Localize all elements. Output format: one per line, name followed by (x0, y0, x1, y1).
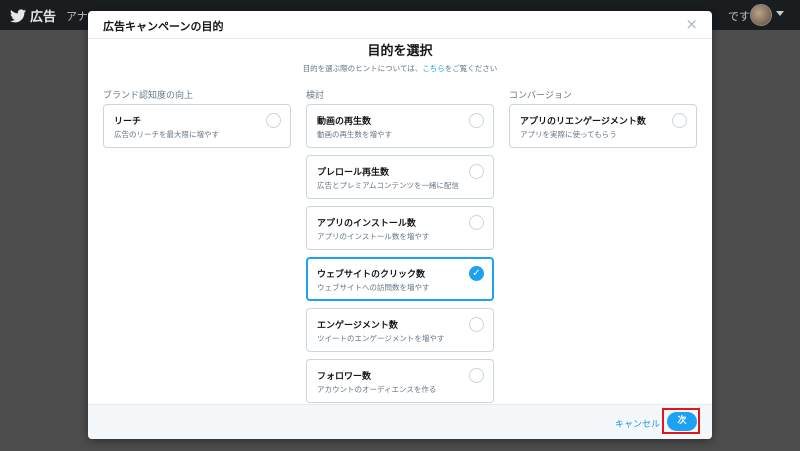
brand-label: 広告 (30, 10, 57, 25)
objective-desc: ツイートのエンゲージメントを増やす (317, 334, 445, 343)
objective-card-engagements[interactable]: エンゲージメント数 ツイートのエンゲージメントを増やす (306, 308, 494, 352)
objective-card-followers[interactable]: フォロワー数 アカウントのオーディエンスを作る (306, 359, 494, 403)
objective-desc: ウェブサイトへの訪問数を増やす (317, 283, 430, 292)
account-label-partial[interactable]: です (728, 8, 750, 24)
objective-desc: 動画の再生数を増やす (317, 130, 392, 139)
column-title: コンバージョン (509, 91, 572, 101)
column-consideration: 検討 動画の再生数 動画の再生数を増やす プレロール再生数 広告とプレミアムコン… (306, 88, 494, 410)
objective-card-preroll-views[interactable]: プレロール再生数 広告とプレミアムコンテンツを一緒に配信 (306, 155, 494, 199)
close-icon[interactable]: × (685, 15, 698, 33)
modal-footer: キャンセル 次 (88, 404, 712, 439)
objective-card-website-clicks[interactable]: ウェブサイトのクリック数 ウェブサイトへの訪問数を増やす ✓ (306, 257, 494, 301)
hint-after: をご覧ください (444, 64, 498, 73)
objective-desc: アカウントのオーディエンスを作る (317, 385, 437, 394)
checkmark-icon[interactable]: ✓ (469, 266, 484, 281)
page-title: 目的を選択 (367, 44, 433, 59)
cancel-button[interactable]: キャンセル (615, 417, 660, 430)
radio-button[interactable] (469, 317, 484, 332)
modal-title: 広告キャンペーンの目的 (103, 20, 224, 33)
radio-button[interactable] (469, 164, 484, 179)
objective-title: 動画の再生数 (317, 117, 372, 127)
campaign-objective-modal: 広告キャンペーンの目的 × 目的を選択 目的を選ぶ際のヒントについては、こちらを… (88, 11, 712, 439)
radio-button[interactable] (469, 368, 484, 383)
hint-text: 目的を選ぶ際のヒントについては、こちらをご覧ください (88, 63, 712, 74)
objective-desc: 広告とプレミアムコンテンツを一緒に配信 (317, 181, 459, 190)
avatar[interactable] (750, 4, 772, 26)
objective-card-app-reengagements[interactable]: アプリのリエンゲージメント数 アプリを実際に使ってもらう (509, 104, 697, 148)
column-title: 検討 (306, 91, 325, 101)
objective-card-app-installs[interactable]: アプリのインストール数 アプリのインストール数を増やす (306, 206, 494, 250)
objective-title: リーチ (114, 117, 142, 127)
radio-button[interactable] (469, 113, 484, 128)
objective-title: エンゲージメント数 (317, 321, 398, 331)
column-awareness: ブランド認知度の向上 リーチ 広告のリーチを最大限に増やす (103, 88, 291, 155)
nav-item-partial[interactable]: アナ (66, 8, 88, 24)
objective-title: プレロール再生数 (317, 168, 390, 178)
hint-before: 目的を選ぶ際のヒントについては、 (302, 64, 423, 73)
chevron-down-icon[interactable] (776, 11, 784, 16)
objective-desc: 広告のリーチを最大限に増やす (114, 130, 219, 139)
bird-icon (10, 8, 26, 22)
objective-title: フォロワー数 (317, 372, 372, 382)
modal-header: 広告キャンペーンの目的 × (88, 11, 712, 39)
column-title: ブランド認知度の向上 (103, 91, 194, 101)
column-conversion: コンバージョン アプリのリエンゲージメント数 アプリを実際に使ってもらう (509, 88, 697, 155)
objective-title: アプリのインストール数 (317, 219, 416, 229)
radio-button[interactable] (469, 215, 484, 230)
objective-desc: アプリのインストール数を増やす (317, 232, 430, 241)
highlight-box (662, 408, 700, 434)
objective-card-video-views[interactable]: 動画の再生数 動画の再生数を増やす (306, 104, 494, 148)
brand[interactable]: 広告 (10, 6, 56, 25)
hint-link[interactable]: こちら (422, 64, 445, 73)
radio-button[interactable] (266, 113, 281, 128)
objective-title: ウェブサイトのクリック数 (317, 270, 426, 280)
objective-card-reach[interactable]: リーチ 広告のリーチを最大限に増やす (103, 104, 291, 148)
objective-title: アプリのリエンゲージメント数 (520, 117, 646, 127)
objective-desc: アプリを実際に使ってもらう (520, 130, 617, 139)
radio-button[interactable] (672, 113, 687, 128)
